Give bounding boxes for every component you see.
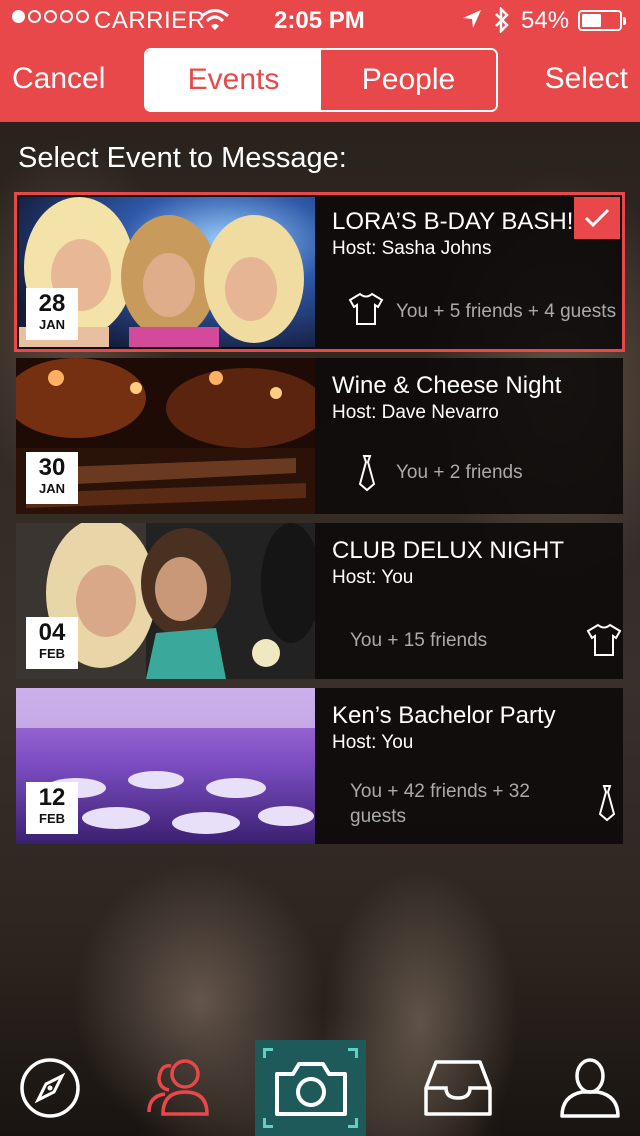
event-date-badge: 04 FEB [26,617,78,669]
event-title: Ken’s Bachelor Party [332,702,556,729]
segmented-control: Events People [144,48,498,112]
camera-icon [274,1062,347,1116]
carrier-name: CARRIER [94,7,206,34]
event-month: JAN [38,481,65,496]
tie-icon [358,455,376,492]
event-month: JAN [38,317,65,332]
battery-icon [578,10,626,31]
event-host: Host: You [332,567,414,588]
header-bar: CARRIER 2:05 PM 54% Cancel Events People… [0,0,640,122]
section-title: Select Event to Message: [18,142,347,174]
event-title: LORA’S B-DAY BASH! [332,208,574,235]
event-info: Wine & Cheese Night Host: Dave Nevarro Y… [332,358,617,514]
tie-icon [598,785,616,822]
event-card[interactable]: 12 FEB Ken’s Bachelor Party Host: You Yo… [16,688,623,844]
bluetooth-icon [495,7,509,33]
event-info: CLUB DELUX NIGHT Host: You You + 15 frie… [332,523,622,679]
event-day: 30 [38,454,66,481]
event-card[interactable]: 28 JAN LORA’S B-DAY BASH! Host: Sasha Jo… [14,192,625,352]
wifi-icon [201,9,229,30]
people-icon [147,1059,209,1116]
profile-icon [560,1058,620,1118]
status-bar: CARRIER 2:05 PM 54% [0,0,640,40]
event-card[interactable]: 30 JAN Wine & Cheese Night Host: Dave Ne… [16,358,623,514]
event-host: Host: Dave Nevarro [332,402,499,423]
event-host: Host: You [332,732,414,753]
signal-strength-icon [12,10,89,23]
tab-bar [0,1040,640,1136]
event-attendance: You + 5 friends + 4 guests [396,301,617,322]
compass-icon [20,1058,80,1118]
tab-inbox[interactable] [408,1040,508,1136]
select-button[interactable]: Select [545,62,628,96]
event-title: Wine & Cheese Night [332,372,562,399]
battery-percentage: 54% [521,7,570,34]
event-month: FEB [39,811,65,826]
event-attendance: You + 15 friends [350,630,488,651]
event-card[interactable]: 04 FEB CLUB DELUX NIGHT Host: You You + … [16,523,623,679]
event-date-badge: 12 FEB [26,782,78,834]
tab-camera[interactable] [255,1040,366,1136]
tab-profile[interactable] [540,1040,640,1136]
event-day: 28 [38,290,66,317]
location-arrow-icon [463,10,481,28]
event-attendance: You + 42 friends + 32 guests [350,781,530,827]
event-date-badge: 28 JAN [26,288,78,340]
event-date-badge: 30 JAN [26,452,78,504]
event-title: CLUB DELUX NIGHT [332,537,565,564]
tshirt-icon [586,623,622,656]
event-month: FEB [39,646,65,661]
clock: 2:05 PM [274,7,365,34]
segment-people[interactable]: People [321,50,496,110]
event-attendance: You + 2 friends [396,462,523,483]
cancel-button[interactable]: Cancel [12,62,105,96]
event-info: Ken’s Bachelor Party Host: You You + 42 … [332,688,617,844]
tshirt-icon [348,292,384,325]
inbox-icon [424,1060,492,1116]
tab-explore[interactable] [0,1040,100,1136]
event-day: 12 [38,784,66,811]
event-day: 04 [38,619,66,646]
event-host: Host: Sasha Johns [332,238,492,259]
segment-events[interactable]: Events [146,50,321,110]
tab-friends[interactable] [128,1040,228,1136]
checkmark-icon [574,197,620,239]
